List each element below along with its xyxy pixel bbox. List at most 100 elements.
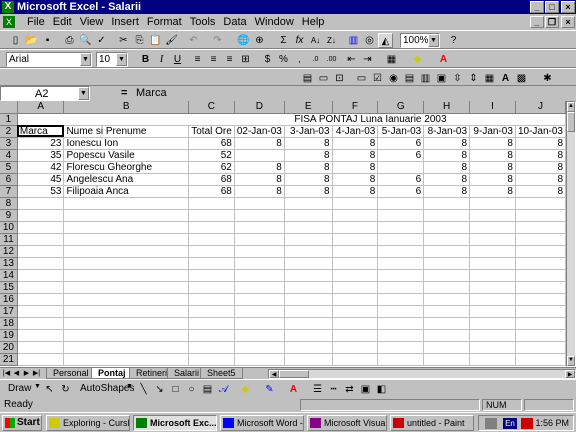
cell[interactable]: 8 <box>423 161 471 174</box>
horizontal-scrollbar[interactable]: ◀ ▶ <box>268 369 576 379</box>
cell[interactable] <box>469 233 516 246</box>
form-scrollbar-icon[interactable]: ⇳ <box>450 71 465 86</box>
cell[interactable]: 8 <box>284 185 333 198</box>
cell[interactable]: 6 <box>377 185 425 198</box>
cell[interactable] <box>423 341 471 354</box>
cell[interactable]: 62 <box>188 161 235 174</box>
cell[interactable] <box>188 341 235 354</box>
formula-equals-icon[interactable]: = <box>121 87 127 99</box>
cell[interactable] <box>63 293 189 306</box>
doc-close-button[interactable]: × <box>561 16 575 28</box>
cell[interactable] <box>377 269 425 282</box>
undo-icon[interactable]: ↶ <box>186 33 201 48</box>
scroll-right-arrow-icon[interactable]: ▶ <box>565 370 575 378</box>
row-header[interactable]: 12 <box>0 245 18 258</box>
cell[interactable] <box>423 209 471 222</box>
cell[interactable]: 68 <box>188 137 235 150</box>
cell[interactable] <box>469 353 516 366</box>
scroll-down-arrow-icon[interactable]: ▼ <box>567 356 575 366</box>
cell[interactable] <box>284 197 333 210</box>
line-icon[interactable]: ╲ <box>136 382 151 397</box>
cell[interactable] <box>17 281 65 294</box>
row-header[interactable]: 14 <box>0 269 18 282</box>
cell[interactable]: 8 <box>234 137 285 150</box>
column-header-a[interactable]: A <box>17 101 65 114</box>
cell[interactable] <box>377 161 425 174</box>
cell[interactable] <box>17 305 65 318</box>
cell[interactable] <box>17 257 65 270</box>
cell[interactable] <box>17 329 65 342</box>
cell[interactable] <box>377 341 425 354</box>
cell[interactable]: Filipoaia Anca <box>63 185 189 198</box>
cell[interactable] <box>17 269 65 282</box>
cell[interactable] <box>332 245 379 258</box>
cell[interactable]: 8 <box>234 173 285 186</box>
cell[interactable] <box>17 317 65 330</box>
row-header[interactable]: 7 <box>0 185 18 198</box>
cell[interactable] <box>284 221 333 234</box>
increase-indent-icon[interactable]: ⇥ <box>360 52 375 67</box>
column-header-d[interactable]: D <box>234 101 285 114</box>
menu-format[interactable]: Format <box>143 16 186 28</box>
cell[interactable] <box>284 281 333 294</box>
merge-center-icon[interactable]: ⊞ <box>238 52 253 67</box>
cell[interactable] <box>17 221 65 234</box>
cell[interactable] <box>284 257 333 270</box>
cell[interactable] <box>515 197 566 210</box>
cell[interactable] <box>17 353 65 366</box>
cell[interactable]: 8 <box>515 161 566 174</box>
cell[interactable] <box>332 305 379 318</box>
form-button-icon[interactable]: ▭ <box>354 71 369 86</box>
cell[interactable] <box>332 269 379 282</box>
line-color-icon[interactable]: ✎ <box>262 382 277 397</box>
cell[interactable]: Popescu Vasile <box>63 149 189 162</box>
cell[interactable] <box>284 233 333 246</box>
cell[interactable] <box>234 305 285 318</box>
draw-menu-dropdown-icon[interactable]: ▼ <box>34 383 41 390</box>
cell[interactable] <box>377 281 425 294</box>
cell[interactable] <box>423 329 471 342</box>
cell[interactable] <box>423 269 471 282</box>
menu-help[interactable]: Help <box>298 16 329 28</box>
cell[interactable]: 45 <box>17 173 65 186</box>
tray-app-icon[interactable] <box>521 418 533 429</box>
draw-fill-color-icon[interactable]: ◆ <box>238 382 253 397</box>
form-run-dialog-icon[interactable]: ✱ <box>540 71 555 86</box>
row-header[interactable]: 21 <box>0 353 18 366</box>
cell[interactable] <box>188 209 235 222</box>
form-grid-icon[interactable]: ▩ <box>514 71 529 86</box>
active-cell[interactable]: Marca <box>17 125 65 138</box>
cell[interactable]: 8 <box>469 137 516 150</box>
cell[interactable]: 23 <box>17 137 65 150</box>
form-text-icon[interactable]: A <box>498 71 513 86</box>
row-header[interactable]: 8 <box>0 197 18 210</box>
doc-restore-button[interactable]: ❐ <box>545 16 559 28</box>
task-word[interactable]: Microsoft Word -... <box>220 415 304 431</box>
cell[interactable] <box>284 305 333 318</box>
select-objects-icon[interactable]: ↖ <box>42 382 57 397</box>
cell[interactable] <box>188 281 235 294</box>
cell[interactable] <box>377 257 425 270</box>
sheet-tab-pontaj[interactable]: Pontaj <box>91 368 133 379</box>
cell[interactable] <box>332 197 379 210</box>
row-header[interactable]: 17 <box>0 305 18 318</box>
increase-decimal-icon[interactable]: .0 <box>308 52 323 67</box>
row-header[interactable]: 1 <box>0 113 18 126</box>
cell[interactable] <box>423 317 471 330</box>
cell[interactable]: 8 <box>332 161 379 174</box>
dash-style-icon[interactable]: ┅ <box>326 382 341 397</box>
draw-font-color-icon[interactable]: A <box>286 382 301 397</box>
task-paint[interactable]: untitled - Paint <box>390 415 474 431</box>
cell[interactable] <box>63 317 189 330</box>
cell[interactable] <box>234 257 285 270</box>
cell[interactable] <box>234 197 285 210</box>
cell[interactable] <box>234 353 285 366</box>
cell[interactable] <box>423 293 471 306</box>
column-header-h[interactable]: H <box>423 101 471 114</box>
cell[interactable] <box>515 305 566 318</box>
cell[interactable] <box>284 353 333 366</box>
cell[interactable] <box>332 221 379 234</box>
cell[interactable] <box>377 353 425 366</box>
cell[interactable] <box>284 317 333 330</box>
form-combolist-icon[interactable]: ▣ <box>434 71 449 86</box>
